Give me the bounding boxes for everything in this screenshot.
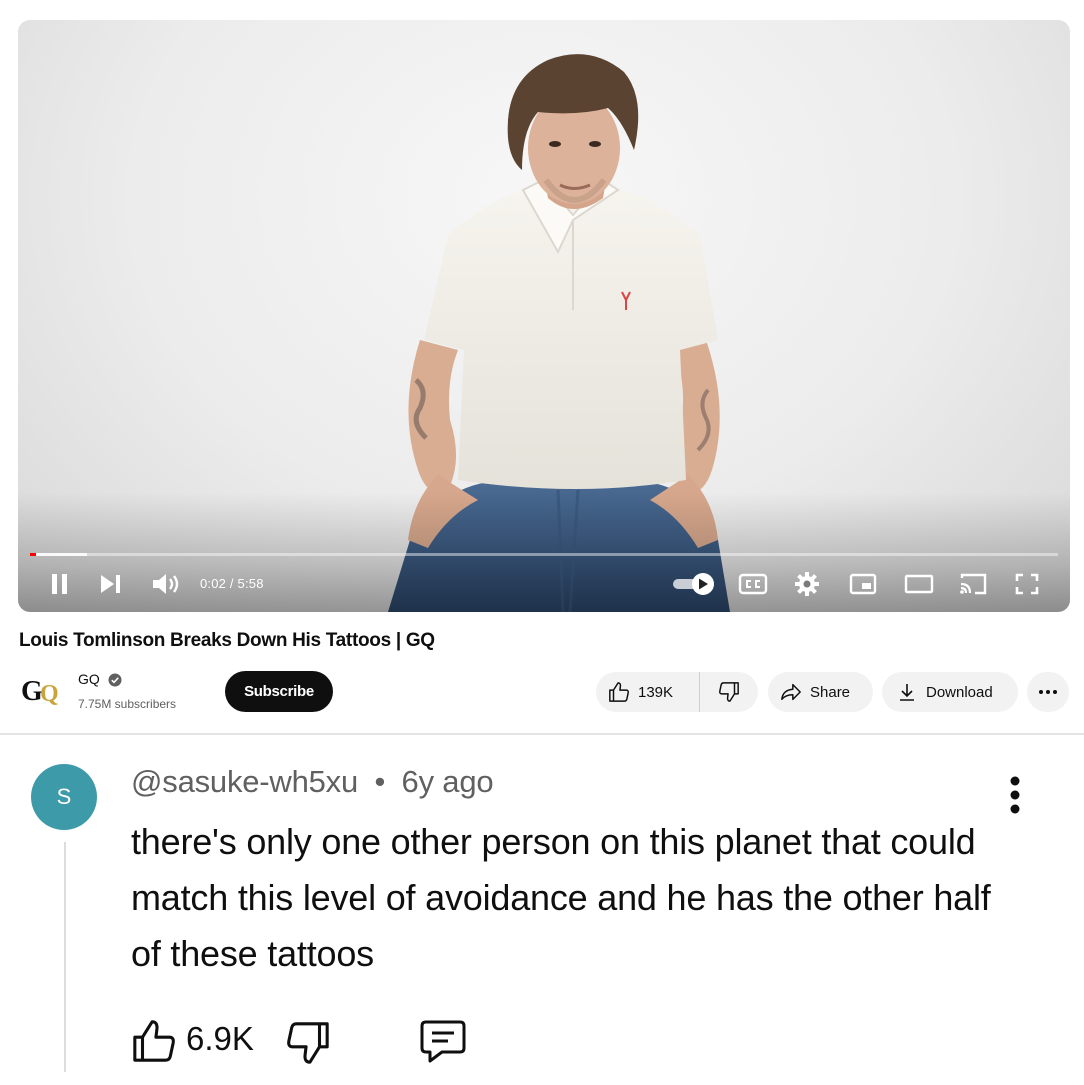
progress-played (30, 553, 37, 556)
autoplay-toggle[interactable] (670, 570, 718, 598)
like-icon (609, 682, 629, 702)
theater-icon[interactable] (902, 570, 936, 598)
video-title: Louis Tomlinson Breaks Down His Tattoos … (19, 630, 435, 651)
more-button[interactable] (1027, 672, 1069, 712)
comment-meta: @sasuke-wh5xu • 6y ago (131, 764, 494, 800)
svg-text:Q: Q (40, 681, 59, 707)
comment-like-count: 6.9K (186, 1020, 254, 1057)
subscribe-button[interactable]: Subscribe (225, 671, 333, 712)
comment-author[interactable]: @sasuke-wh5xu (131, 764, 358, 799)
verified-icon (108, 673, 122, 687)
video-player[interactable]: 0:02 / 5:58 (18, 20, 1070, 612)
progress-buffered (30, 553, 87, 556)
download-button[interactable]: Download (882, 672, 1018, 712)
comment-text: there's only one other person on this pl… (131, 821, 991, 974)
settings-icon[interactable] (792, 570, 822, 598)
fullscreen-icon[interactable] (1012, 570, 1042, 598)
comment-like-button[interactable] (131, 1018, 177, 1064)
section-divider (0, 733, 1084, 735)
meta-separator: • (374, 764, 386, 799)
comment-age[interactable]: 6y ago (402, 764, 494, 799)
next-icon[interactable] (98, 570, 124, 598)
like-icon (133, 1020, 175, 1062)
more-icon (1039, 690, 1057, 694)
dislike-icon (719, 682, 739, 702)
download-label: Download (926, 683, 993, 701)
like-dislike-group: 139K (596, 672, 758, 712)
captions-icon[interactable] (736, 570, 770, 598)
time-display: 0:02 / 5:58 (200, 576, 264, 591)
subscriber-count: 7.75M subscribers (78, 697, 177, 711)
time-current: 0:02 (200, 576, 227, 591)
like-button[interactable]: 139K (596, 672, 700, 712)
reply-button[interactable] (418, 1018, 468, 1064)
kebab-icon[interactable] (1000, 772, 1030, 818)
comment-dislike-button[interactable] (285, 1020, 331, 1066)
download-icon (900, 684, 914, 701)
cast-icon[interactable] (956, 570, 990, 598)
like-count: 139K (638, 683, 674, 701)
avatar[interactable]: S (31, 764, 97, 830)
volume-icon[interactable] (150, 570, 184, 598)
time-separator: / (226, 576, 238, 591)
share-icon (781, 683, 801, 701)
share-label: Share (810, 683, 851, 701)
pause-icon[interactable] (48, 570, 72, 598)
channel-name[interactable]: GQ (78, 671, 100, 687)
miniplayer-icon[interactable] (846, 570, 880, 598)
dislike-button[interactable] (700, 672, 758, 712)
thread-line (64, 842, 66, 1072)
dislike-icon (287, 1022, 329, 1064)
time-total: 5:58 (237, 576, 264, 591)
channel-logo[interactable]: G Q (20, 674, 76, 708)
progress-bar[interactable] (30, 553, 1058, 556)
reply-icon (420, 1020, 466, 1063)
share-button[interactable]: Share (768, 672, 873, 712)
